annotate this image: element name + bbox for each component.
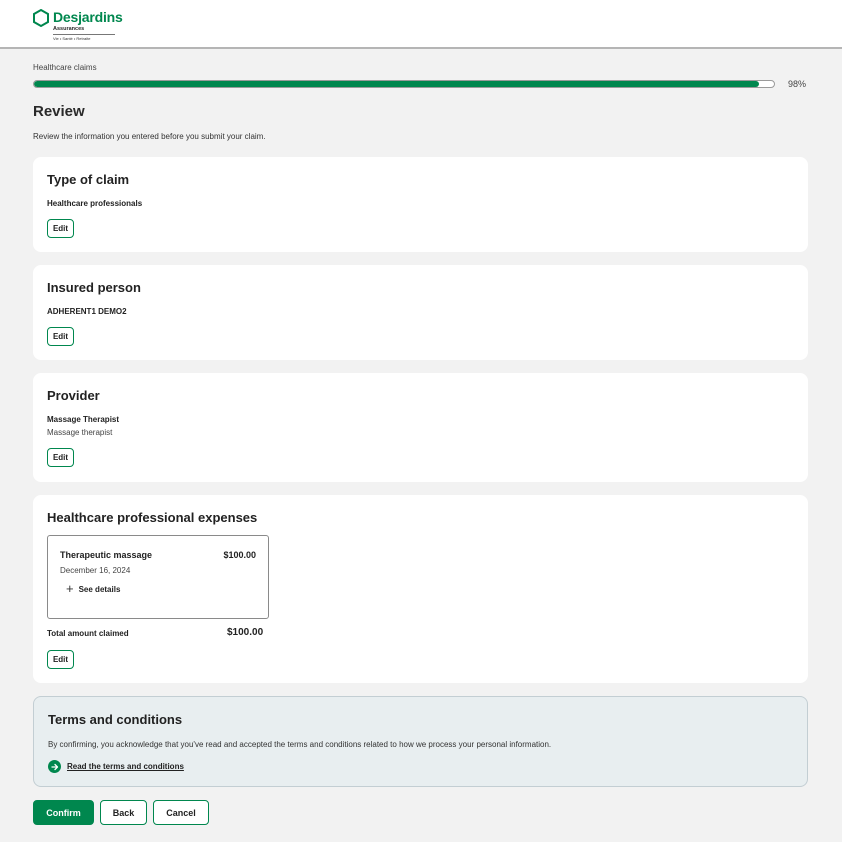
insured-person-card: Insured person ADHERENT1 DEMO2 Edit: [33, 265, 808, 360]
expense-amount: $100.00: [223, 550, 256, 560]
brand-subtitle: Assurances: [53, 26, 85, 32]
desjardins-logo[interactable]: Desjardins Assurances Vie • Santé • Retr…: [33, 8, 123, 41]
header: Desjardins Assurances Vie • Santé • Retr…: [0, 0, 842, 49]
provider-card: Provider Massage Therapist Massage thera…: [33, 373, 808, 482]
see-details-label: See details: [78, 584, 121, 594]
terms-link[interactable]: Read the terms and conditions: [67, 762, 184, 771]
edit-expenses-button[interactable]: Edit: [47, 650, 74, 669]
progress-percent: 98%: [788, 79, 807, 89]
confirm-button[interactable]: Confirm: [33, 800, 94, 825]
edit-claim-type-button[interactable]: Edit: [47, 219, 74, 238]
provider-name: Massage Therapist: [47, 415, 120, 424]
progress-label: Healthcare claims: [33, 63, 97, 72]
progress-bar: [33, 80, 775, 88]
arrow-right-circle-icon: [48, 760, 61, 773]
total-amount: $100.00: [227, 627, 264, 638]
claim-type-value: Healthcare professionals: [47, 199, 143, 208]
brand-name: Desjardins: [53, 9, 123, 25]
brand-tagline: Vie • Santé • Retraite: [53, 36, 91, 41]
page-description: Review the information you entered befor…: [33, 132, 266, 141]
page-title: Review: [33, 103, 85, 120]
terms-title: Terms and conditions: [48, 712, 183, 727]
terms-panel: Terms and conditions By confirming, you …: [33, 696, 808, 787]
expense-item: Therapeutic massage $100.00 December 16,…: [47, 535, 269, 619]
expenses-card: Healthcare professional expenses Therape…: [33, 495, 808, 683]
claim-type-title: Type of claim: [47, 172, 130, 187]
back-button[interactable]: Back: [100, 800, 147, 825]
terms-link-row: Read the terms and conditions: [48, 760, 184, 773]
claim-type-card: Type of claim Healthcare professionals E…: [33, 157, 808, 252]
terms-text: By confirming, you acknowledge that you'…: [48, 740, 552, 749]
expense-date: December 16, 2024: [60, 566, 131, 575]
total-label: Total amount claimed: [47, 629, 129, 638]
insured-person-value: ADHERENT1 DEMO2: [47, 307, 127, 316]
progress-fill: [34, 81, 760, 87]
see-details-toggle[interactable]: + See details: [66, 581, 121, 596]
edit-provider-button[interactable]: Edit: [47, 448, 74, 467]
brand-divider: [53, 34, 115, 35]
plus-icon: +: [66, 581, 74, 596]
provider-type: Massage therapist: [47, 428, 113, 437]
insured-person-title: Insured person: [47, 280, 141, 295]
provider-title: Provider: [47, 388, 100, 403]
edit-insured-button[interactable]: Edit: [47, 327, 74, 346]
expenses-title: Healthcare professional expenses: [47, 510, 258, 525]
desjardins-hexagon-icon: [33, 9, 49, 27]
expense-name: Therapeutic massage: [60, 550, 153, 560]
cancel-button[interactable]: Cancel: [153, 800, 209, 825]
